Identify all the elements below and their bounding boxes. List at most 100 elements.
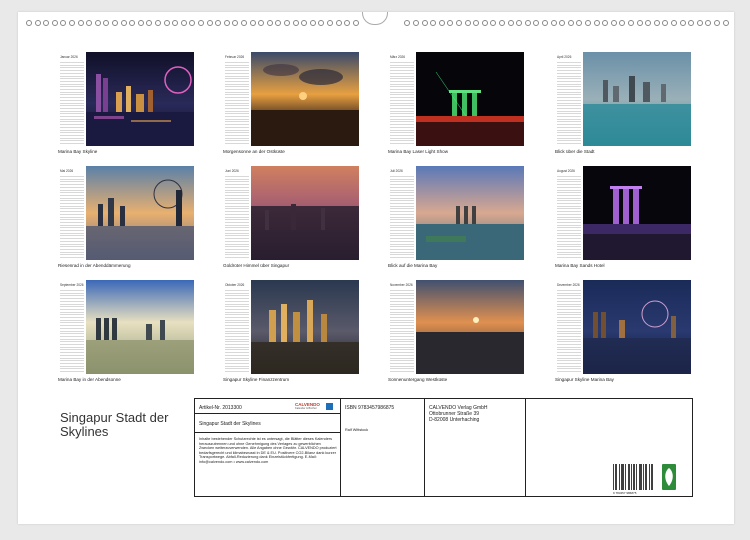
binding-ring xyxy=(542,20,548,26)
calendar-day-line xyxy=(60,371,84,372)
calendar-day-line xyxy=(557,80,581,82)
month-preview[interactable]: September 2026 Marina Bay in der Abendso… xyxy=(58,280,194,390)
calendar-day-line xyxy=(557,97,581,99)
month-preview[interactable]: Oktober 2026 Singapur Skyline Finanzzent… xyxy=(223,280,359,390)
calendar-day-line xyxy=(557,116,581,117)
month-preview[interactable]: Juli 2026 Blick auf die Marina Bay xyxy=(388,166,524,276)
calendar-day-line xyxy=(60,64,84,66)
calendar-day-line xyxy=(557,306,581,308)
calendar-day-line xyxy=(60,232,84,234)
calendar-day-line xyxy=(390,86,414,88)
calendar-day-line xyxy=(225,238,249,240)
calendar-day-line xyxy=(225,360,249,362)
binding-ring xyxy=(438,20,445,26)
calendar-day-line xyxy=(225,132,249,134)
calendar-day-line xyxy=(390,317,414,318)
month-preview[interactable]: November 2026 Sonnenuntergang Westküste xyxy=(388,280,524,390)
calendar-day-line xyxy=(390,362,414,364)
calendar-day-line xyxy=(557,368,581,370)
binding-ring xyxy=(189,20,196,26)
photo-caption: Marina Bay Skyline xyxy=(58,149,98,154)
calendar-day-line xyxy=(557,352,581,354)
calendar-day-line xyxy=(390,227,414,229)
author: Ralf Wittstock xyxy=(345,428,369,432)
calendar-day-line xyxy=(60,80,84,82)
month-preview[interactable]: Januar 2026 Marina Bay Skyline xyxy=(58,52,194,162)
barcode-bar xyxy=(616,464,617,490)
calendar-day-line xyxy=(390,230,414,231)
calendar-day-line xyxy=(60,121,84,123)
binding-ring xyxy=(473,20,480,26)
binding-ring xyxy=(34,20,41,26)
month-name: September 2026 xyxy=(60,283,84,287)
month-preview[interactable]: Juni 2026 Goldroter Himmel über Singapur xyxy=(223,166,359,276)
calendar-day-line xyxy=(390,333,414,335)
binding-ring xyxy=(215,20,222,26)
calendar-day-line xyxy=(225,78,249,80)
calendar-day-line xyxy=(390,243,414,245)
calendar-day-line xyxy=(557,121,581,123)
calendar-day-line xyxy=(60,89,84,90)
binding-ring xyxy=(241,20,247,26)
calendar-day-line xyxy=(60,292,84,294)
fsc-leaf-icon xyxy=(662,464,676,490)
calendar-day-line xyxy=(557,330,581,332)
month-photo xyxy=(86,52,194,146)
month-name: Oktober 2026 xyxy=(225,283,245,287)
calendar-day-line xyxy=(60,107,84,109)
publisher-city: D-82008 Unterhaching xyxy=(429,417,480,423)
calendar-day-line xyxy=(390,91,414,93)
calendar-day-line xyxy=(390,292,414,294)
month-preview[interactable]: August 2026 Marina Bay Sands Hotel xyxy=(555,166,691,276)
calendar-day-line xyxy=(60,129,84,131)
calendar-day-line xyxy=(225,308,249,310)
barcode-bar xyxy=(628,464,629,490)
calendar-day-line xyxy=(60,118,84,120)
binding-ring xyxy=(137,20,144,26)
binding-ring xyxy=(550,20,557,26)
calendar-day-line xyxy=(60,368,84,370)
binding-ring xyxy=(206,20,213,26)
calendar-day-line xyxy=(225,86,249,88)
calendar-day-line xyxy=(225,235,249,237)
calendar-day-line xyxy=(557,181,581,183)
calendar-day-line xyxy=(60,322,84,324)
binding-ring xyxy=(120,20,127,26)
month-name: Mai 2026 xyxy=(60,169,74,173)
calendar-day-line xyxy=(390,75,414,77)
calendar-day-line xyxy=(390,205,414,207)
photo-caption: Marina Bay Sands Hotel xyxy=(555,263,605,268)
month-preview[interactable]: Dezember 2026 Singapur Skyline Marina Ba… xyxy=(555,280,691,390)
binding-ring xyxy=(636,20,643,26)
month-photo xyxy=(416,52,524,146)
calendar-day-line xyxy=(60,330,84,332)
calendar-day-line xyxy=(225,102,249,104)
month-preview[interactable]: April 2026 Blick über die Stadt xyxy=(555,52,691,162)
calendar-day-line xyxy=(557,129,581,131)
calendar-day-line xyxy=(390,221,414,223)
calendar-day-line xyxy=(225,186,249,188)
barcode-bar xyxy=(622,464,623,490)
binding-ring xyxy=(60,20,67,26)
mini-calendar: Dezember 2026 xyxy=(555,280,583,374)
calendar-day-line xyxy=(557,235,581,237)
calendar-day-line xyxy=(390,224,414,226)
calendar-day-line xyxy=(60,62,84,63)
binding-ring xyxy=(77,20,84,26)
calendar-day-line xyxy=(557,113,581,115)
calendar-day-line xyxy=(557,140,581,142)
barcode-bar xyxy=(633,464,634,490)
month-preview[interactable]: Mai 2026 Riesenrad in der Abenddämmerung xyxy=(58,166,194,276)
calendar-day-line xyxy=(390,83,414,85)
calendar-day-line xyxy=(390,235,414,237)
month-preview[interactable]: März 2026 Marina Bay Laser Light Show xyxy=(388,52,524,162)
photo-caption: Blick über die Stadt xyxy=(555,149,595,154)
calendar-day-line xyxy=(225,371,249,372)
month-photo xyxy=(416,166,524,260)
mini-calendar: Februar 2026 xyxy=(223,52,251,146)
month-preview[interactable]: Februar 2026 Morgensonne an der Ostküste xyxy=(223,52,359,162)
calendar-day-line xyxy=(390,360,414,362)
calendar-day-line xyxy=(557,197,581,199)
calendar-day-line xyxy=(390,99,414,101)
binding-ring xyxy=(327,20,333,26)
